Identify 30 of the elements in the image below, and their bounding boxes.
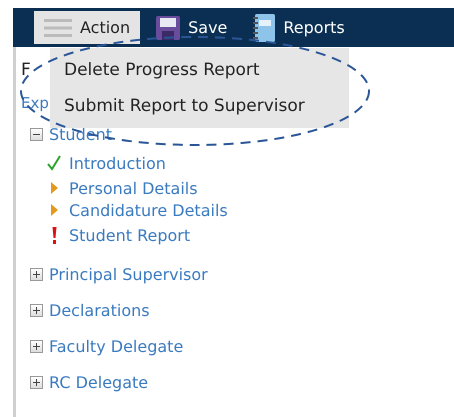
expand-link[interactable]: Exp <box>21 94 49 116</box>
heading: F <box>21 60 31 82</box>
notebook-icon <box>253 14 276 42</box>
menu-icon <box>44 18 72 38</box>
menu-item[interactable]: Submit Report to Supervisor <box>50 88 349 124</box>
tree-item[interactable]: Candidature Details <box>69 200 228 220</box>
check-icon <box>47 155 61 171</box>
tree-item[interactable]: Faculty Delegate <box>49 336 184 356</box>
tree-item[interactable]: RC Delegate <box>49 372 148 392</box>
triangle-icon <box>50 182 58 194</box>
tree-item[interactable]: Principal Supervisor <box>49 264 208 284</box>
exclamation-icon <box>52 226 56 244</box>
menu-item[interactable]: Delete Progress Report <box>50 52 349 88</box>
plus-icon <box>33 342 40 350</box>
plus-icon <box>33 378 40 386</box>
expand-toggle[interactable] <box>30 268 43 280</box>
tree-item[interactable]: Personal Details <box>69 178 198 198</box>
toolbar-button[interactable]: Save <box>146 11 238 44</box>
plus-icon <box>33 270 40 278</box>
toolbar-button[interactable]: Action <box>34 11 140 44</box>
tree-item[interactable]: Student Report <box>69 226 190 244</box>
collapse-toggle[interactable] <box>30 128 43 140</box>
toolbar-button[interactable]: Reports <box>243 11 355 44</box>
tree-item[interactable]: Introduction <box>69 154 166 172</box>
expand-toggle[interactable] <box>30 376 43 388</box>
plus-icon <box>33 306 40 314</box>
triangle-icon <box>50 204 58 216</box>
expand-toggle[interactable] <box>30 304 43 316</box>
tree-item[interactable]: Declarations <box>49 300 150 320</box>
expand-toggle[interactable] <box>30 340 43 352</box>
